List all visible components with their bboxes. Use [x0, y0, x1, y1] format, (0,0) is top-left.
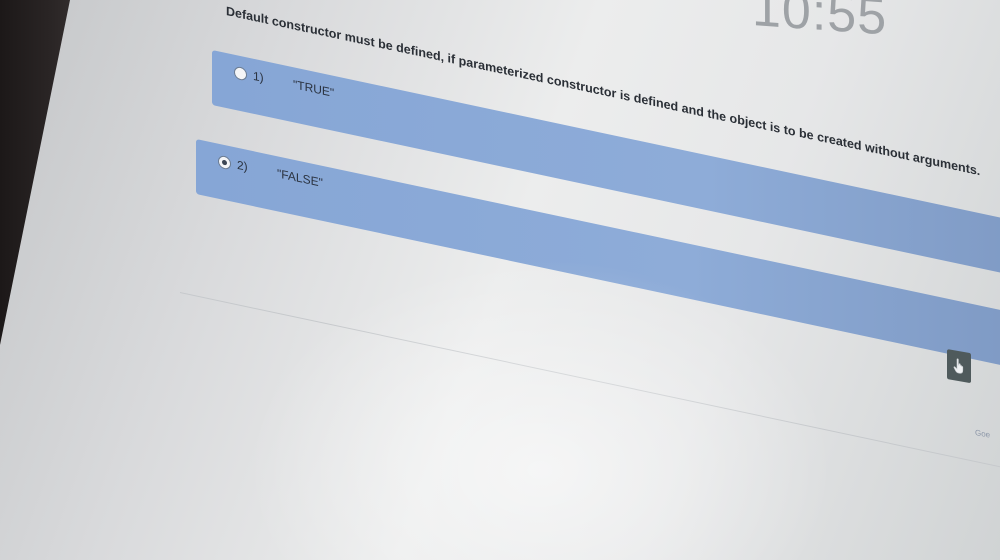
option-number: 1)	[253, 68, 264, 85]
quiz-page: 10:55 Default constructor must be define…	[0, 0, 1000, 560]
photo-stage: 10:55 Default constructor must be define…	[0, 0, 1000, 560]
radio-button-1[interactable]	[234, 65, 247, 82]
option-number: 2)	[237, 157, 248, 174]
hand-pointer-icon	[953, 357, 965, 375]
next-button[interactable]	[947, 349, 971, 384]
option-label: "TRUE"	[293, 77, 335, 100]
option-label: "FALSE"	[277, 166, 323, 190]
radio-button-2[interactable]	[218, 154, 231, 171]
countdown-timer: 10:55	[752, 0, 888, 47]
footer-link[interactable]: Goe	[975, 428, 990, 440]
